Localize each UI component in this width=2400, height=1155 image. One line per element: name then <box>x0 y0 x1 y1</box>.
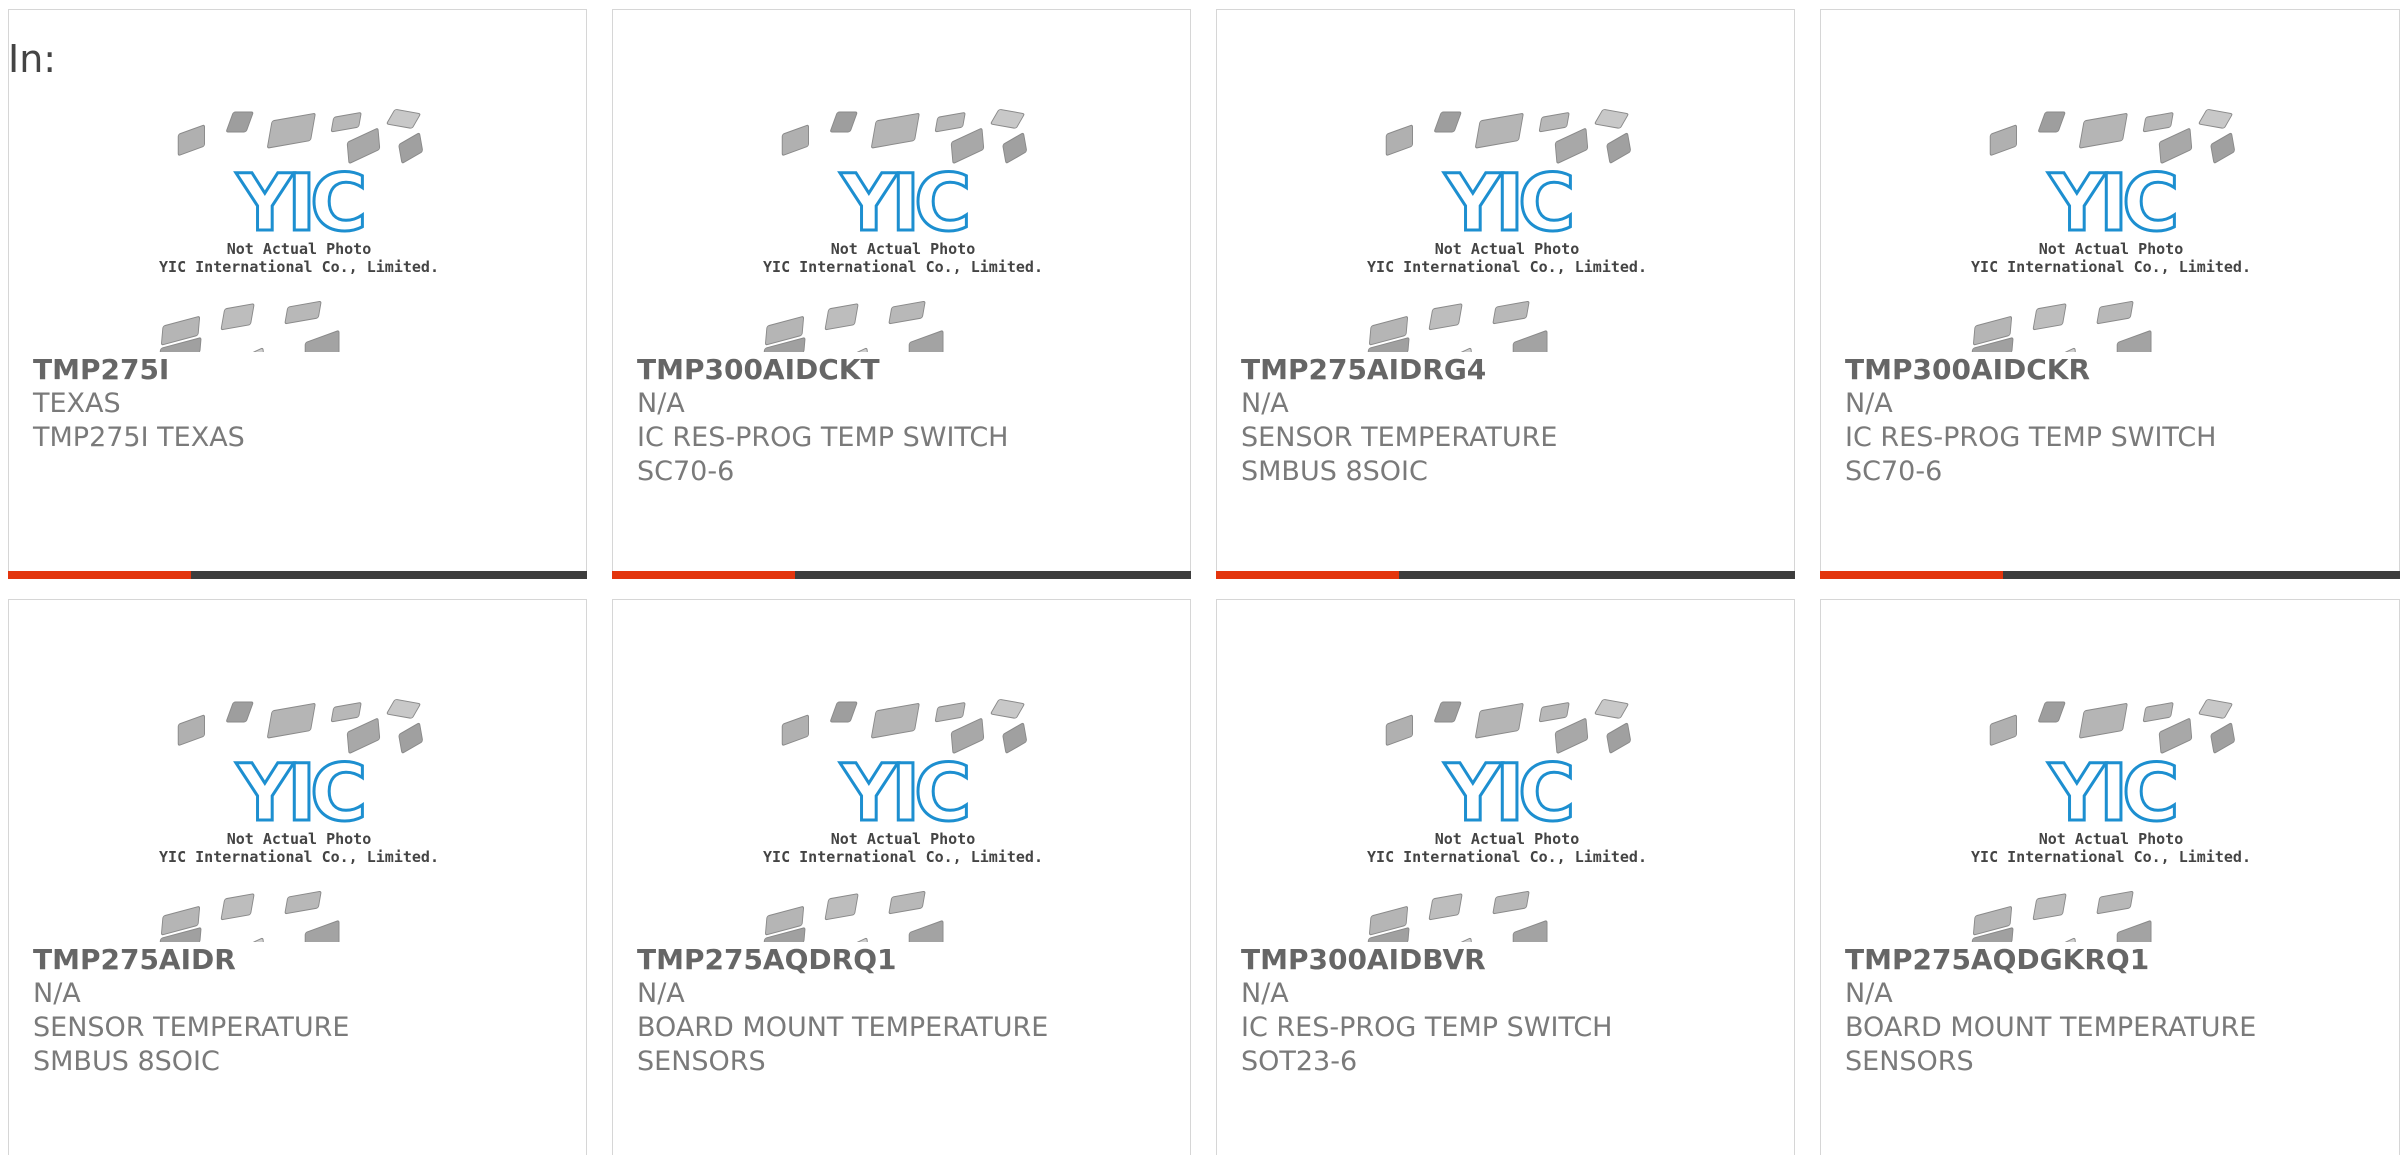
in-label: In: <box>8 37 57 81</box>
product-card[interactable]: YIC Not Actual Photo YIC International Co.… <box>1216 9 1795 579</box>
product-photo[interactable]: YIC Not Actual Photo YIC International Co.… <box>159 692 439 942</box>
yic-logo: YIC <box>2048 749 2176 839</box>
product-photo[interactable]: YIC Not Actual Photo YIC International Co.… <box>763 102 1043 352</box>
card-accent-bar <box>1216 571 1795 579</box>
description-text: IC RES-PROG TEMP SWITCH SC70-6 <box>1845 422 2217 487</box>
placeholder-caption: YIC International Co., Limited. <box>1971 848 2251 866</box>
product-grid-page: In: YIC Not Actual Photo YIC International… <box>0 0 2400 1155</box>
part-number-link[interactable]: TMP275AIDRG4 <box>1241 353 1774 387</box>
placeholder-caption: YIC International Co., Limited. <box>159 258 439 276</box>
yic-logo: YIC <box>840 159 968 249</box>
description-text: IC RES-PROG TEMP SWITCH SOT23-6 <box>1241 1012 1613 1077</box>
yic-logo: YIC <box>1444 159 1572 249</box>
placeholder-caption: Not Actual Photo <box>831 830 976 848</box>
description-text: BOARD MOUNT TEMPERATURE SENSORS <box>637 1012 1049 1077</box>
product-photo[interactable]: YIC Not Actual Photo YIC International Co.… <box>1971 692 2251 942</box>
placeholder-caption: Not Actual Photo <box>1435 240 1580 258</box>
product-photo[interactable]: YIC Not Actual Photo YIC International Co.… <box>1971 102 2251 352</box>
product-card[interactable]: YIC Not Actual Photo YIC International Co.… <box>1216 599 1795 1155</box>
product-card[interactable]: YIC Not Actual Photo YIC International Co.… <box>612 599 1191 1155</box>
placeholder-caption: YIC International Co., Limited. <box>1367 848 1647 866</box>
placeholder-caption: Not Actual Photo <box>227 240 372 258</box>
product-card[interactable]: YIC Not Actual Photo YIC International Co.… <box>612 9 1191 579</box>
placeholder-chip-image: YICNot Actual PhotoYIC International Co.… <box>159 699 439 942</box>
part-number-link[interactable]: TMP300AIDCKT <box>637 353 1170 387</box>
brand-label: N/A <box>637 978 685 1009</box>
placeholder-chip-image: YICNot Actual PhotoYIC International Co.… <box>1367 699 1647 942</box>
placeholder-chip-image: YICNot Actual PhotoYIC International Co.… <box>1367 109 1647 352</box>
placeholder-caption: YIC International Co., Limited. <box>1971 258 2251 276</box>
placeholder-chip-image: YICNot Actual PhotoYIC International Co.… <box>159 109 439 352</box>
placeholder-caption: Not Actual Photo <box>2039 240 2184 258</box>
placeholder-chip-image: YICNot Actual PhotoYIC International Co.… <box>1971 109 2251 352</box>
placeholder-chip-image: YICNot Actual PhotoYIC International Co.… <box>1971 699 2251 942</box>
product-card[interactable]: YIC Not Actual Photo YIC International Co.… <box>8 599 587 1155</box>
yic-logo: YIC <box>1444 749 1572 839</box>
placeholder-caption: YIC International Co., Limited. <box>159 848 439 866</box>
product-photo[interactable]: YIC Not Actual Photo YIC International Co.… <box>1367 102 1647 352</box>
part-number-link[interactable]: TMP300AIDBVR <box>1241 943 1774 977</box>
placeholder-caption: YIC International Co., Limited. <box>763 258 1043 276</box>
product-photo[interactable]: YIC Not Actual Photo YIC International Co.… <box>1367 692 1647 942</box>
product-photo[interactable]: YIC Not Actual Photo YIC International Co.… <box>763 692 1043 942</box>
product-photo[interactable]: YIC Not Actual Photo YIC International Co.… <box>159 102 439 352</box>
placeholder-caption: YIC International Co., Limited. <box>763 848 1043 866</box>
placeholder-caption: YIC International Co., Limited. <box>1367 258 1647 276</box>
yic-logo: YIC <box>236 749 364 839</box>
description-text: SENSOR TEMPERATURE SMBUS 8SOIC <box>1241 422 1558 487</box>
product-card[interactable]: YIC Not Actual Photo YIC International Co.… <box>8 9 587 579</box>
product-card[interactable]: YIC Not Actual Photo YIC International Co.… <box>1820 9 2400 579</box>
part-number-link[interactable]: TMP300AIDCKR <box>1845 353 2379 387</box>
brand-label: N/A <box>1241 978 1289 1009</box>
brand-label: N/A <box>1845 978 1893 1009</box>
part-number-link[interactable]: TMP275I <box>33 353 566 387</box>
brand-label: TEXAS <box>33 388 121 419</box>
yic-logo: YIC <box>236 159 364 249</box>
yic-logo: YIC <box>2048 159 2176 249</box>
description-text: TMP275I TEXAS <box>33 422 245 453</box>
brand-label: N/A <box>1241 388 1289 419</box>
placeholder-caption: Not Actual Photo <box>2039 830 2184 848</box>
part-number-link[interactable]: TMP275AQDGKRQ1 <box>1845 943 2379 977</box>
brand-label: N/A <box>1845 388 1893 419</box>
part-number-link[interactable]: TMP275AIDR <box>33 943 566 977</box>
placeholder-caption: Not Actual Photo <box>1435 830 1580 848</box>
card-accent-bar <box>1820 571 2400 579</box>
brand-label: N/A <box>637 388 685 419</box>
description-text: IC RES-PROG TEMP SWITCH SC70-6 <box>637 422 1009 487</box>
part-number-link[interactable]: TMP275AQDRQ1 <box>637 943 1170 977</box>
card-accent-bar <box>8 571 587 579</box>
description-text: BOARD MOUNT TEMPERATURE SENSORS <box>1845 1012 2257 1077</box>
placeholder-chip-image: YICNot Actual PhotoYIC International Co.… <box>763 109 1043 352</box>
description-text: SENSOR TEMPERATURE SMBUS 8SOIC <box>33 1012 350 1077</box>
placeholder-caption: Not Actual Photo <box>831 240 976 258</box>
placeholder-caption: Not Actual Photo <box>227 830 372 848</box>
card-accent-bar <box>612 571 1191 579</box>
product-card[interactable]: YIC Not Actual Photo YIC International Co.… <box>1820 599 2400 1155</box>
yic-logo: YIC <box>840 749 968 839</box>
brand-label: N/A <box>33 978 81 1009</box>
placeholder-chip-image: YICNot Actual PhotoYIC International Co.… <box>763 699 1043 942</box>
